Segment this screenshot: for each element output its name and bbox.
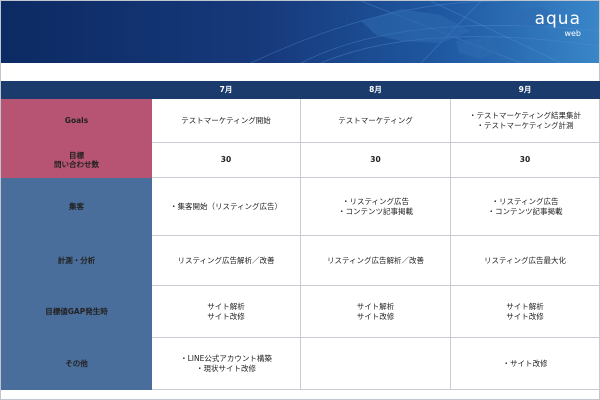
table-header-row: 7月 8月 9月 (1, 81, 600, 99)
table-cell: サイト解析 サイト改修 (151, 285, 301, 338)
cell-line: サイト解析 (207, 302, 245, 312)
table-cell: サイト解析 サイト改修 (450, 285, 600, 338)
cell-line: リスティング広告最大化 (483, 255, 567, 265)
table-cell: ・LINE公式アカウント構築 ・現状サイト改修 (151, 337, 301, 390)
cell-line: ・リスティング広告 (491, 197, 559, 207)
table-cell: ・集客開始（リスティング広告） (151, 177, 301, 236)
table-cell: ・サイト改修 (450, 337, 600, 390)
aqua-web-logo: aqua web (534, 9, 581, 38)
cell-line: リスティング広告解析／改善 (177, 255, 275, 265)
inquiry-count-cell: 30 (151, 142, 301, 178)
table-cell: ・リスティング広告 ・コンテンツ記事掲載 (300, 177, 451, 236)
table-cell: サイト解析 サイト改修 (300, 285, 451, 338)
table-row-acquisition: 集客 ・集客開始（リスティング広告） ・リスティング広告 ・コンテンツ記事掲載 ・… (1, 177, 600, 236)
month-header: 7月 (151, 81, 301, 99)
row-label: 集客 (1, 177, 152, 236)
table-cell: リスティング広告最大化 (450, 235, 600, 286)
row-label: その他 (1, 337, 152, 390)
cell-line: ・テストマーケティング計測 (476, 120, 574, 130)
logo-main-text: aqua (534, 9, 581, 29)
table-cell: テストマーケティング (300, 98, 451, 143)
row-label: Goals (1, 98, 152, 143)
inquiry-count-cell: 30 (450, 142, 600, 178)
cell-line: ・コンテンツ記事掲載 (338, 206, 413, 216)
table-cell: リスティング広告解析／改善 (151, 235, 301, 286)
inquiry-count-cell: 30 (300, 142, 451, 178)
cell-line: ・集客開始（リスティング広告） (169, 201, 283, 211)
cell-line: ・サイト改修 (502, 358, 548, 368)
cell-line: テストマーケティング開始 (181, 115, 271, 125)
cell-line: サイト解析 (506, 302, 544, 312)
table-row-gap: 目標値GAP発生時 サイト解析 サイト改修 サイト解析 サイト改修 サイト解析 サイト… (1, 285, 600, 338)
cell-line: ・現状サイト改修 (196, 363, 256, 373)
cell-line: テストマーケティング (338, 115, 413, 125)
header-banner: aqua web (1, 1, 599, 63)
cell-line: ・テストマーケティング結果集計 (469, 111, 581, 121)
table-cell: ・リスティング広告 ・コンテンツ記事掲載 (450, 177, 600, 236)
logo-sub-text: web (564, 29, 581, 38)
cell-line: サイト解析 (356, 302, 395, 312)
table-row-goals: Goals テストマーケティング開始 テストマーケティング ・テストマーケティン… (1, 98, 600, 143)
cell-line: ・LINE公式アカウント構築 (180, 354, 272, 364)
header-spacer (1, 63, 599, 81)
cell-line: リスティング広告解析／改善 (326, 255, 425, 265)
cell-line: ・コンテンツ記事掲載 (487, 206, 563, 216)
table-cell: リスティング広告解析／改善 (300, 235, 451, 286)
table-corner-cell (1, 81, 152, 99)
row-label: 目標値GAP発生時 (1, 285, 152, 338)
world-map-decoration (250, 1, 599, 63)
row-label-line: 目標 (69, 150, 84, 160)
cell-line: ・リスティング広告 (341, 197, 410, 207)
table-cell (300, 337, 451, 390)
cell-line: サイト改修 (356, 311, 395, 321)
row-label: 目標 問い合わせ数 (1, 142, 152, 178)
cell-line: サイト改修 (506, 311, 544, 321)
row-label-line: 問い合わせ数 (54, 160, 99, 169)
row-label: 計測・分析 (1, 235, 152, 286)
table-cell: ・テストマーケティング結果集計 ・テストマーケティング計測 (450, 98, 600, 143)
month-header: 8月 (300, 81, 451, 99)
table-row-analytics: 計測・分析 リスティング広告解析／改善 リスティング広告解析／改善 リスティング… (1, 235, 600, 286)
cell-line: サイト改修 (207, 311, 245, 321)
marketing-plan-table: 7月 8月 9月 Goals テストマーケティング開始 テストマーケティング ・… (1, 81, 600, 390)
table-row-other: その他 ・LINE公式アカウント構築 ・現状サイト改修 ・サイト改修 (1, 337, 600, 390)
month-header: 9月 (450, 81, 600, 99)
table-row-inquiries: 目標 問い合わせ数 30 30 30 (1, 142, 600, 178)
table-cell: テストマーケティング開始 (151, 98, 301, 143)
